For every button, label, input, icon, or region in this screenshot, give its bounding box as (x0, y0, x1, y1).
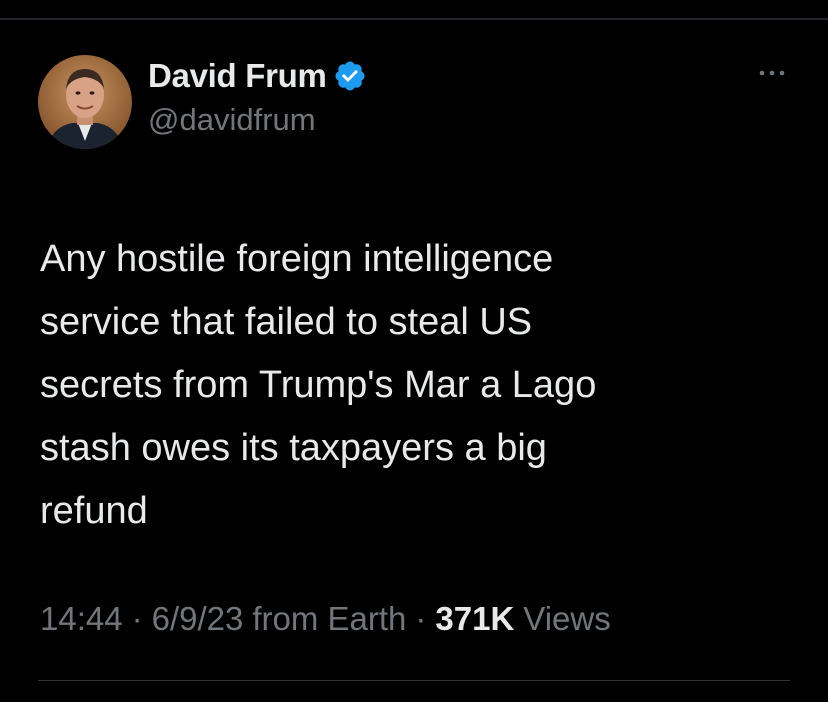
tweet-time[interactable]: 14:44 (40, 600, 123, 638)
tweet-meta: 14:44 · 6/9/23 from Earth · 371K Views (40, 600, 611, 638)
display-name[interactable]: David Frum (148, 57, 327, 95)
tweet-source: from Earth (252, 600, 407, 637)
user-handle[interactable]: @davidfrum (148, 102, 367, 138)
author-block: David Frum @davidfrum (148, 56, 367, 138)
verified-badge-icon (333, 59, 367, 93)
tweet-text: Any hostile foreign intelligence service… (40, 238, 597, 532)
avatar[interactable] (38, 55, 132, 149)
name-row: David Frum (148, 56, 367, 96)
profile-photo-icon (38, 55, 132, 149)
bottom-divider (38, 680, 790, 681)
views-label: Views (523, 600, 611, 637)
more-options-button[interactable] (752, 60, 792, 86)
top-divider (0, 18, 828, 20)
views-count[interactable]: 371K (435, 600, 514, 638)
more-horizontal-icon (759, 70, 785, 76)
tweet-date[interactable]: 6/9/23 (152, 600, 244, 638)
meta-separator: · (131, 600, 143, 637)
meta-separator: · (415, 600, 427, 637)
